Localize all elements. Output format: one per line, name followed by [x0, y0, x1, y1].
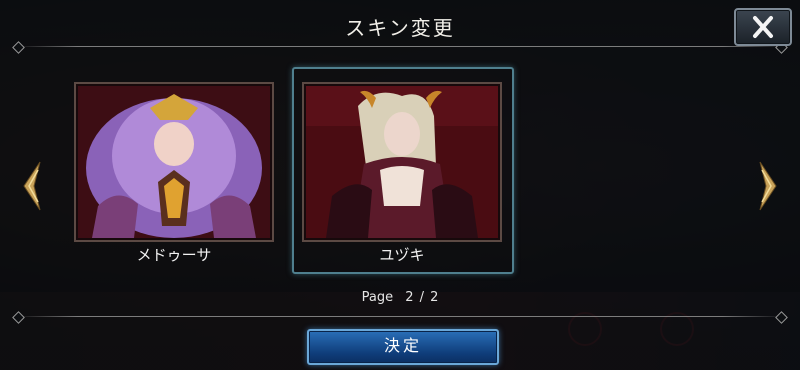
page-label: Page: [361, 290, 394, 305]
card-frame: [302, 82, 502, 242]
skin-name: ユヅキ: [379, 246, 425, 264]
dialog-title: スキン変更: [345, 16, 455, 40]
header-divider: [16, 46, 784, 47]
footer-divider: [16, 316, 784, 317]
skin-change-dialog: スキン変更 メドゥーサ ユヅキ Page 2 / 2 決定: [0, 0, 800, 370]
page-indicator: Page 2 / 2: [0, 290, 800, 305]
close-x-icon: [753, 16, 773, 38]
skin-name: メドゥーサ: [136, 246, 212, 264]
skin-card-medusa[interactable]: [74, 82, 274, 242]
arrow-left-icon[interactable]: [20, 160, 44, 212]
arrow-right-icon[interactable]: [756, 160, 780, 212]
close-button[interactable]: [734, 8, 792, 46]
confirm-button[interactable]: 決定: [307, 329, 499, 365]
card-frame: [74, 82, 274, 242]
skin-card-yuzuki[interactable]: [302, 82, 502, 242]
page-value: 2 / 2: [405, 290, 439, 305]
